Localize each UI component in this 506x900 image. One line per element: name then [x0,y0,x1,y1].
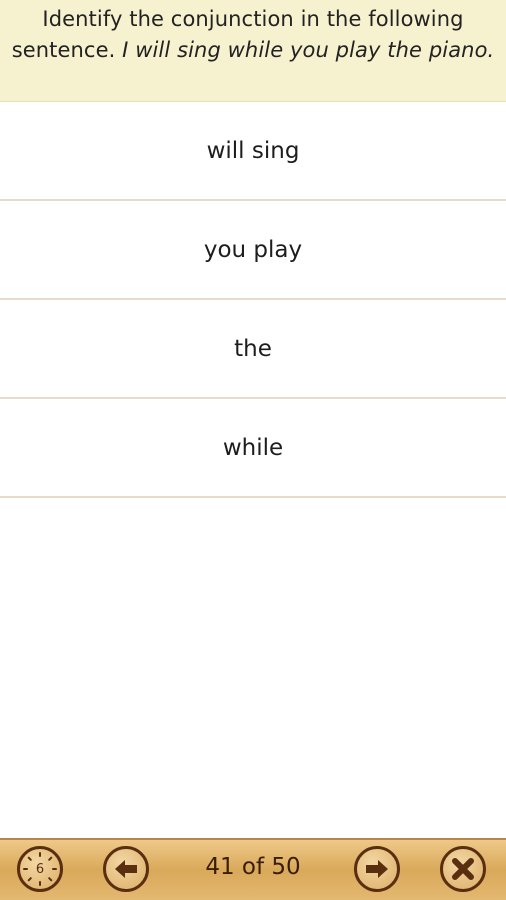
next-button[interactable] [354,846,400,892]
bottom-toolbar: 6 41 of 50 [0,838,506,900]
answer-option-3[interactable]: the [0,300,506,399]
question-header: Identify the conjunction in the followin… [0,0,506,102]
answer-label: the [234,335,272,362]
answer-label: will sing [206,137,300,164]
arrow-right-icon [366,860,388,878]
answer-option-2[interactable]: you play [0,201,506,300]
answer-list: will sing you play the while [0,102,506,498]
arrow-left-icon [115,860,137,878]
timer-button[interactable]: 6 [17,846,63,892]
timer-value: 6 [35,861,45,877]
previous-button[interactable] [103,846,149,892]
answer-label: you play [203,236,303,263]
answer-option-4[interactable]: while [0,399,506,498]
close-button[interactable] [440,846,486,892]
question-counter: 41 of 50 [205,854,301,880]
question-sentence: I will sing while you play the piano. [122,38,495,62]
close-icon [452,858,474,880]
answer-option-1[interactable]: will sing [0,102,506,201]
answer-label: while [222,434,284,461]
